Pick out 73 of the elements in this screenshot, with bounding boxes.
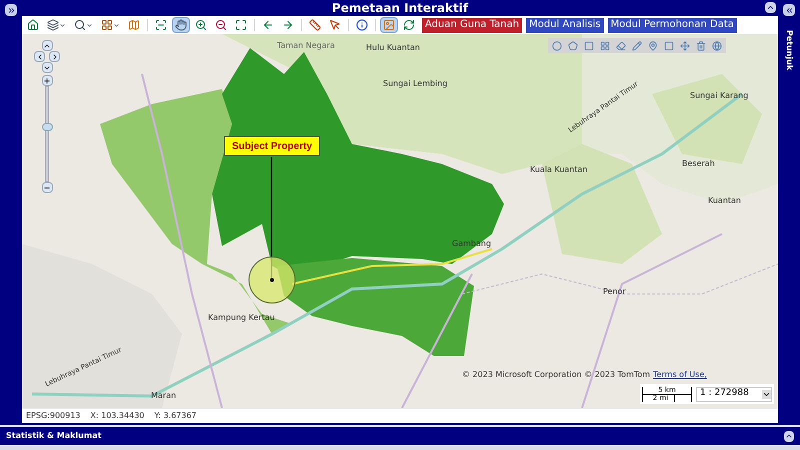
pencil-icon[interactable]: [632, 40, 642, 50]
layers-icon: [47, 19, 59, 31]
zoom-slider[interactable]: [42, 86, 52, 182]
place-label: Penor: [603, 288, 626, 296]
polygon-icon[interactable]: [568, 40, 578, 50]
hand-icon: [175, 19, 187, 31]
place-label: Kuala Kuantan: [530, 166, 588, 174]
collapse-button[interactable]: [765, 2, 776, 13]
panel-title: Statistik & Maklumat: [6, 430, 102, 442]
pointer-icon: [329, 19, 341, 31]
toolbar-button[interactable]: [172, 17, 190, 33]
pan-right-button[interactable]: [49, 51, 60, 62]
property-marker: [248, 256, 296, 304]
place-label: Kuantan: [708, 197, 741, 205]
full-extent-icon: [235, 19, 247, 31]
chevron-up-icon: [785, 432, 793, 440]
info-icon: [356, 19, 368, 31]
pin-icon[interactable]: [648, 40, 658, 50]
scan-icon: [155, 19, 167, 31]
place-label: Taman Negara: [277, 42, 335, 50]
ruler-icon: [309, 19, 321, 31]
globe-icon[interactable]: [712, 40, 722, 50]
pan-left-button[interactable]: [34, 51, 45, 62]
search-icon: [74, 19, 86, 31]
place-label: Sungai Karang: [690, 92, 748, 100]
forward-arrow-icon: [282, 19, 294, 31]
module-button[interactable]: Aduan Guna Tanah: [422, 18, 522, 32]
double-chevron-icon: [784, 6, 794, 14]
module-button[interactable]: Modul Permohonan Data: [608, 18, 737, 32]
refresh-icon: [403, 19, 415, 31]
window-title: Pemetaan Interaktif: [332, 2, 468, 14]
grid-icon[interactable]: [600, 40, 610, 50]
double-chevron-icon: [6, 6, 16, 14]
eraser-icon[interactable]: [616, 40, 626, 50]
place-label: Hulu Kuantan: [366, 44, 420, 52]
plus-icon: [43, 76, 51, 84]
circle-icon[interactable]: [552, 40, 562, 50]
caret-icon: [762, 390, 771, 398]
home-icon: [27, 19, 39, 31]
image-icon: [383, 19, 395, 31]
x-coordinate: X: 103.34430: [90, 410, 144, 422]
move-icon[interactable]: [680, 40, 690, 50]
place-label: Beserah: [682, 160, 715, 168]
terms-link[interactable]: Terms of Use,: [653, 371, 707, 379]
scale-select[interactable]: 1 : 272988: [696, 386, 772, 402]
zoom-out-icon: [215, 19, 227, 31]
y-coordinate: Y: 3.67367: [154, 410, 197, 422]
zoom-in-button[interactable]: [42, 75, 52, 86]
place-label: Sungai Lembing: [383, 80, 448, 88]
back-arrow-icon: [262, 19, 274, 31]
rectangle-icon[interactable]: [584, 40, 594, 50]
panel-title: Petunjuk: [784, 30, 795, 70]
square-icon[interactable]: [664, 40, 674, 50]
pan-up-button[interactable]: [42, 40, 52, 51]
grid-icon: [101, 19, 113, 31]
trash-icon[interactable]: [696, 40, 706, 50]
copyright-text: © 2023 Microsoft Corporation © 2023 TomTom: [462, 371, 650, 379]
expand-button[interactable]: [5, 4, 17, 16]
chevron-up-icon: [766, 3, 775, 12]
place-label: Maran: [151, 392, 176, 400]
collapse-panel-button[interactable]: [783, 4, 795, 16]
pan-down-button[interactable]: [42, 62, 52, 73]
callout-label: Subject Property: [224, 136, 320, 156]
caret-icon: [86, 22, 93, 28]
zoom-slider-thumb[interactable]: [42, 122, 52, 131]
caret-icon: [59, 22, 66, 28]
zoom-out-button[interactable]: [42, 182, 52, 193]
expand-panel-button[interactable]: [784, 430, 794, 442]
zoom-in-icon: [195, 19, 207, 31]
map-icon: [128, 19, 140, 31]
projection-text: EPSG:900913: [26, 410, 80, 422]
module-button[interactable]: Modul Analisis: [526, 18, 604, 32]
caret-icon: [113, 22, 120, 28]
